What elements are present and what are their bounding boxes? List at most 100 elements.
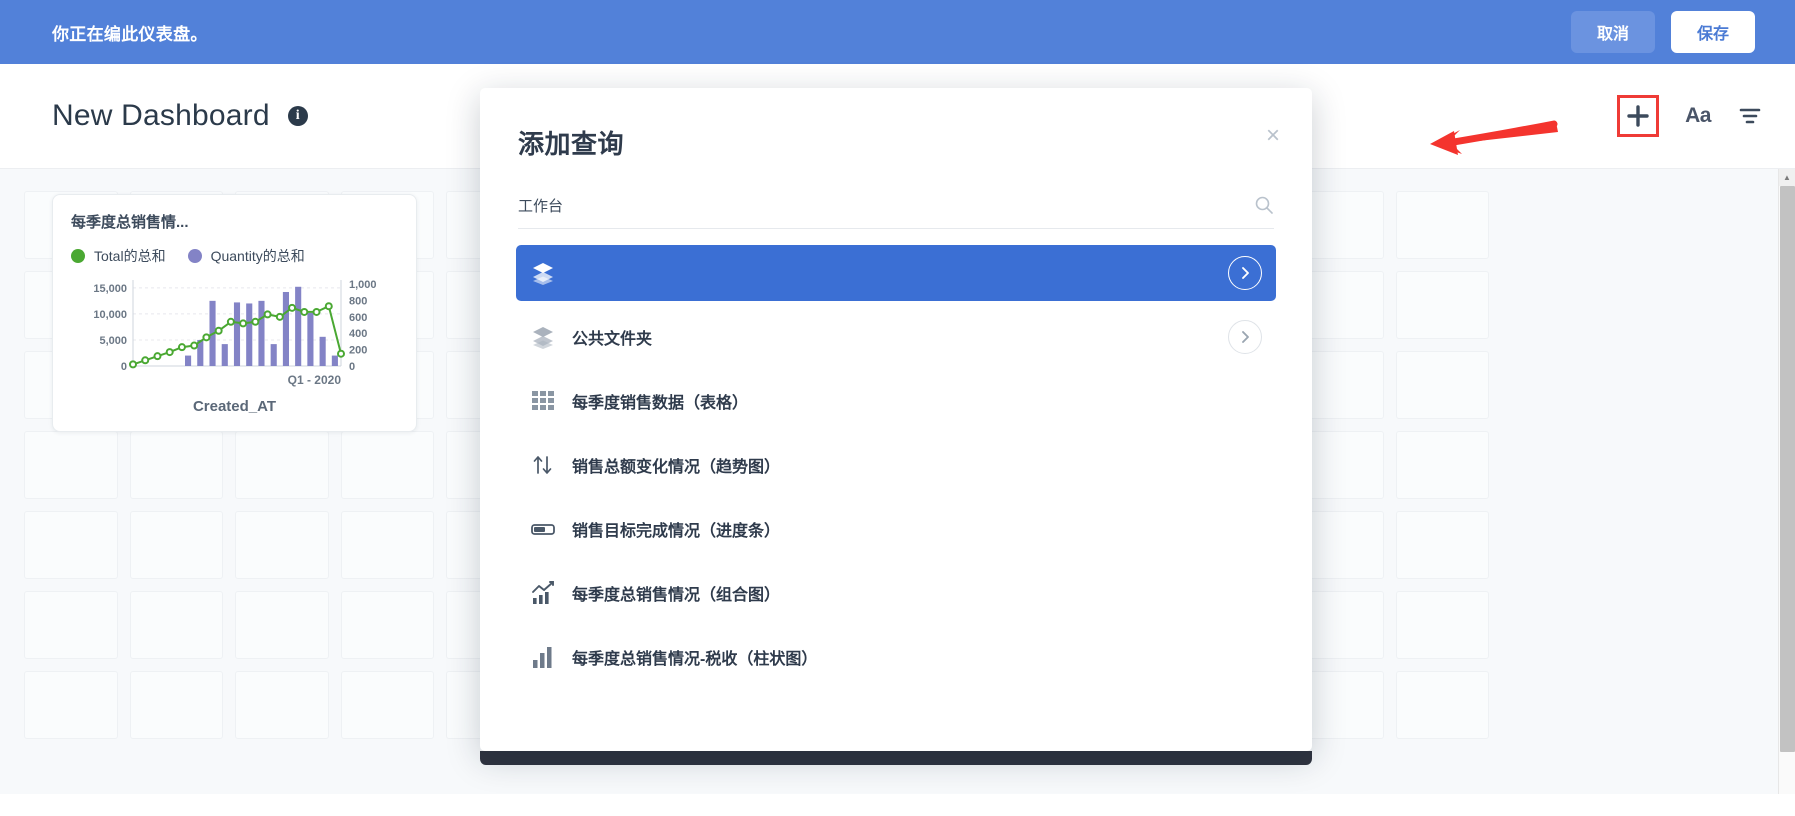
cancel-button[interactable]: 取消 bbox=[1570, 11, 1655, 53]
svg-text:0: 0 bbox=[349, 361, 355, 373]
grid-cell[interactable] bbox=[24, 511, 118, 579]
layers-icon bbox=[533, 263, 553, 285]
table-icon bbox=[532, 391, 554, 410]
edit-banner-actions: 取消 保存 bbox=[1570, 11, 1755, 53]
add-query-dialog: 添加查询 × 工作台 公共文件夹 每季度销售数据（表格） 销售总额变化情况（趋势… bbox=[480, 88, 1312, 751]
edit-mode-message: 你正在编此仪表盘。 bbox=[52, 24, 208, 44]
grid-cell[interactable] bbox=[340, 671, 434, 739]
text-widget-button[interactable]: Aa bbox=[1685, 104, 1711, 128]
grid-cell[interactable] bbox=[1395, 431, 1489, 499]
layers-icon bbox=[530, 325, 556, 349]
scroll-up-arrow[interactable]: ▲ bbox=[1779, 169, 1795, 186]
query-search-row bbox=[518, 195, 1274, 229]
query-list-item[interactable] bbox=[516, 245, 1276, 301]
combo-chart: 0 5,000 10,000 15,000 0 200 400 600 800 1,000 Q1 -… bbox=[93, 279, 377, 387]
query-list-item[interactable]: 销售目标完成情况（进度条） bbox=[516, 501, 1276, 557]
dashboard-edit-page: 你正在编此仪表盘。 取消 保存 New Dashboard i Aa 每季度总销… bbox=[0, 0, 1795, 816]
legend-swatch-total bbox=[71, 249, 85, 263]
legend-swatch-quantity bbox=[187, 249, 202, 263]
grid-cell[interactable] bbox=[24, 431, 118, 499]
svg-text:600: 600 bbox=[349, 312, 367, 324]
chart-plot-area: 0 5,000 10,000 15,000 0 200 400 600 800 1,000 Q1 -… bbox=[71, 274, 398, 397]
canvas-scrollbar[interactable]: ▲ bbox=[1778, 169, 1795, 794]
layers-icon bbox=[533, 327, 553, 349]
edit-mode-banner: 你正在编此仪表盘。 取消 保存 bbox=[0, 0, 1795, 64]
query-list-item-label: 公共文件夹 bbox=[572, 331, 653, 348]
grid-cell[interactable] bbox=[129, 431, 223, 499]
bar-chart-icon bbox=[533, 647, 552, 668]
filter-icon bbox=[1739, 108, 1761, 124]
grid-cell[interactable] bbox=[24, 671, 118, 739]
grid-cell[interactable] bbox=[129, 511, 223, 579]
expand-chevron-icon[interactable] bbox=[1228, 320, 1262, 354]
grid-cell[interactable] bbox=[1395, 271, 1489, 339]
search-icon[interactable] bbox=[1254, 195, 1274, 215]
grid-cell[interactable] bbox=[235, 511, 329, 579]
legend-label-quantity: Quantity的总和 bbox=[210, 248, 305, 264]
bar-chart-icon bbox=[530, 645, 556, 669]
grid-cell[interactable] bbox=[1395, 351, 1489, 419]
legend-item-total[interactable]: Total的总和 bbox=[71, 246, 166, 266]
query-list-item-label: 每季度销售数据（表格） bbox=[572, 395, 749, 412]
filter-button[interactable] bbox=[1737, 103, 1763, 129]
grid-cell[interactable] bbox=[235, 431, 329, 499]
query-list-item[interactable]: 公共文件夹 bbox=[516, 309, 1276, 365]
query-list[interactable]: 公共文件夹 每季度销售数据（表格） 销售总额变化情况（趋势图） 销售目标完成情况… bbox=[480, 229, 1312, 751]
grid-cell[interactable] bbox=[1395, 191, 1489, 259]
trend-arrows-icon bbox=[530, 453, 556, 477]
grid-cell[interactable] bbox=[340, 431, 434, 499]
legend-item-quantity[interactable]: Quantity的总和 bbox=[187, 246, 305, 266]
add-widget-button[interactable] bbox=[1617, 95, 1660, 137]
progress-bar-icon bbox=[530, 517, 556, 541]
modal-drop-shadow bbox=[480, 751, 1312, 765]
svg-text:Q1 - 2020: Q1 - 2020 bbox=[288, 373, 342, 387]
svg-text:200: 200 bbox=[349, 345, 367, 357]
query-list-item[interactable]: 每季度总销售情况（组合图） bbox=[516, 565, 1276, 621]
trend-arrows-icon bbox=[533, 456, 552, 474]
svg-text:5,000: 5,000 bbox=[99, 335, 127, 347]
close-icon[interactable]: × bbox=[1266, 124, 1280, 148]
query-list-item-label: 销售总额变化情况（趋势图） bbox=[572, 459, 781, 476]
scrollbar-thumb[interactable] bbox=[1780, 186, 1795, 752]
query-list-item[interactable]: 销售总额变化情况（趋势图） bbox=[516, 437, 1276, 493]
page-bottom-strip bbox=[0, 794, 1795, 816]
save-button[interactable]: 保存 bbox=[1670, 11, 1755, 53]
grid-cell[interactable] bbox=[340, 511, 434, 579]
grid-cell[interactable] bbox=[235, 591, 329, 659]
expand-chevron-icon[interactable] bbox=[1228, 256, 1262, 290]
query-list-item-label: 每季度总销售情况（组合图） bbox=[572, 587, 781, 604]
combo-chart-icon bbox=[532, 581, 554, 604]
modal-header: 添加查询 × bbox=[480, 88, 1312, 161]
table-icon bbox=[530, 389, 556, 413]
search-input[interactable] bbox=[518, 196, 1254, 214]
svg-text:1,000: 1,000 bbox=[349, 279, 377, 291]
layers-icon bbox=[530, 261, 556, 285]
progress-bar-icon bbox=[531, 524, 555, 535]
grid-cell[interactable] bbox=[129, 671, 223, 739]
chart-legend: Total的总和 Quantity的总和 bbox=[71, 246, 398, 266]
chart-widget-card[interactable]: 每季度总销售情... Total的总和 Quantity的总和 0 5,000 10… bbox=[52, 194, 417, 432]
grid-cell[interactable] bbox=[129, 591, 223, 659]
grid-cell[interactable] bbox=[1395, 591, 1489, 659]
legend-label-total: Total的总和 bbox=[94, 248, 166, 264]
page-title: New Dashboard bbox=[52, 99, 270, 132]
chart-x-axis-title: Created_AT bbox=[192, 398, 277, 415]
plus-icon bbox=[1627, 105, 1649, 127]
combo-chart-icon bbox=[530, 581, 556, 605]
query-list-item-label: 每季度总销售情况-税收（柱状图） bbox=[572, 651, 818, 668]
grid-cell[interactable] bbox=[340, 591, 434, 659]
info-icon[interactable]: i bbox=[287, 106, 308, 126]
query-list-item[interactable]: 每季度总销售情况-税收（柱状图） bbox=[516, 629, 1276, 685]
dashboard-toolbar: Aa bbox=[1617, 95, 1763, 137]
grid-cell[interactable] bbox=[1395, 511, 1489, 579]
svg-text:400: 400 bbox=[349, 328, 367, 340]
chart-title: 每季度总销售情... bbox=[71, 214, 189, 231]
query-list-item[interactable]: 每季度销售数据（表格） bbox=[516, 373, 1276, 429]
query-list-item-label: 销售目标完成情况（进度条） bbox=[572, 523, 781, 540]
grid-cell[interactable] bbox=[1395, 671, 1489, 739]
svg-text:10,000: 10,000 bbox=[93, 309, 127, 321]
grid-cell[interactable] bbox=[24, 591, 118, 659]
svg-text:800: 800 bbox=[349, 295, 367, 307]
modal-title: 添加查询 bbox=[518, 129, 625, 159]
grid-cell[interactable] bbox=[235, 671, 329, 739]
